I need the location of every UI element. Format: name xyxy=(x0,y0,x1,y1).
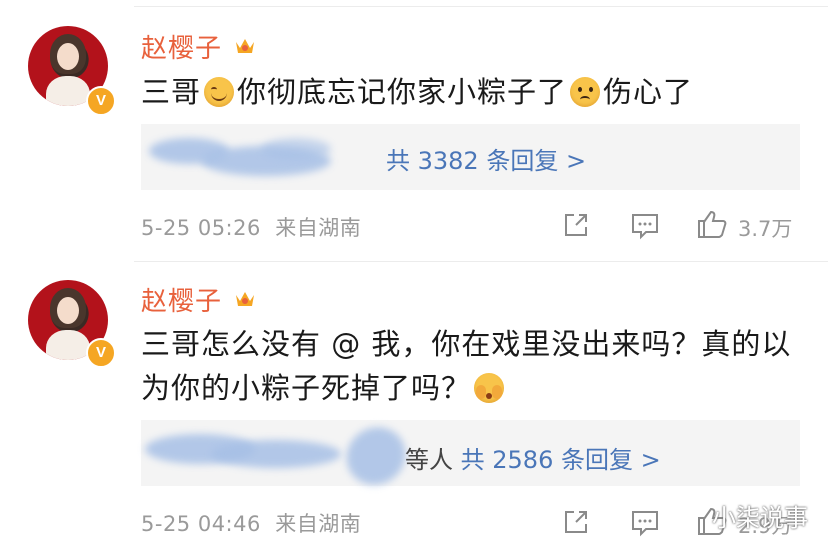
reply-preview-box[interactable]: 共 3382 条回复 > xyxy=(141,124,800,190)
verified-v-icon: V xyxy=(86,86,116,116)
comment-text-line-1: 三哥怎么没有 @ 我，你在戏里没出来吗？真的以 xyxy=(141,327,792,361)
like-icon[interactable] xyxy=(696,208,728,240)
top-divider xyxy=(134,6,828,7)
comment-divider xyxy=(134,261,828,262)
comment-meta: 5-25 05:26 来自湖南 xyxy=(141,216,362,240)
reply-count-link[interactable]: 等人 共 2586 条回复 > xyxy=(405,440,661,475)
vip-crown-icon xyxy=(236,39,254,53)
username[interactable]: 赵樱子 xyxy=(141,281,222,318)
comment-text-line-2: 为你的小粽子死掉了吗？ xyxy=(141,366,507,410)
comment-text: 三哥 你彻底忘记你家小粽子了 伤心了 xyxy=(141,75,694,109)
share-icon[interactable] xyxy=(562,211,590,239)
reply-count-link[interactable]: 共 3382 条回复 > xyxy=(386,141,586,176)
cover-face-emoji-icon xyxy=(474,373,505,403)
smile-emoji-icon xyxy=(204,77,235,107)
comment-meta: 5-25 04:46 来自湖南 xyxy=(141,512,362,536)
like-count: 3.7万 xyxy=(738,217,793,241)
sad-emoji-icon xyxy=(570,77,601,107)
verified-v-icon: V xyxy=(86,338,116,368)
vip-crown-icon xyxy=(236,292,254,306)
comment-icon[interactable] xyxy=(630,212,660,240)
comment-icon[interactable] xyxy=(630,509,660,537)
reply-preview-box[interactable]: 等人 共 2586 条回复 > xyxy=(141,415,800,497)
share-icon[interactable] xyxy=(562,508,590,536)
watermark: 小柒说事 xyxy=(712,504,808,532)
username[interactable]: 赵樱子 xyxy=(141,28,222,65)
